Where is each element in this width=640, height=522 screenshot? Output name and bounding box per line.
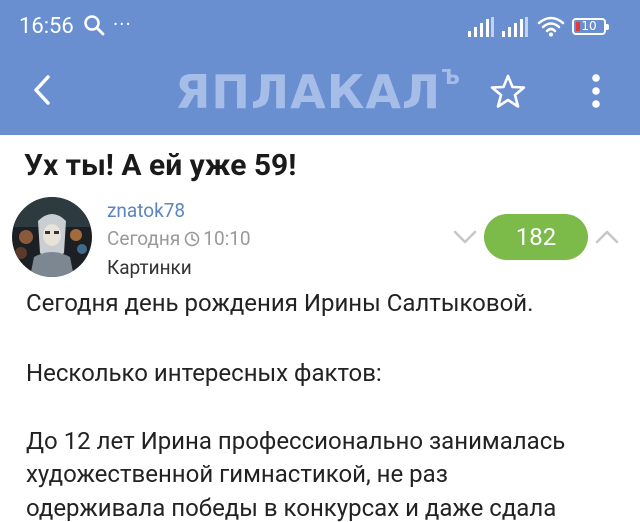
more-options-button[interactable]	[584, 71, 608, 111]
clock-icon	[184, 231, 200, 247]
author-link[interactable]: znatok78	[107, 199, 185, 222]
star-outline-icon	[490, 74, 526, 108]
post-paragraph: До 12 лет Ирина профессионально занимала…	[26, 427, 566, 455]
avatar[interactable]	[12, 197, 92, 277]
post-date-line: Сегодня 10:10	[107, 227, 251, 250]
post-title: Ух ты! А ей уже 59!	[24, 148, 297, 183]
battery-level: 10	[581, 19, 597, 33]
chevron-up-icon	[595, 230, 619, 244]
kebab-menu-icon	[592, 74, 600, 108]
chevron-left-icon	[34, 75, 50, 105]
toolbar: ЯПЛАКАЛЪ	[0, 56, 640, 135]
post-category[interactable]: Картинки	[107, 256, 192, 279]
back-button[interactable]	[24, 68, 64, 112]
post-paragraph: художественной гимнастикой, не раз	[26, 460, 448, 488]
post-time: 10:10	[203, 227, 251, 250]
post-date: Сегодня	[107, 227, 181, 250]
site-logo[interactable]: ЯПЛАКАЛЪ	[175, 62, 461, 122]
vote-down-button[interactable]	[450, 224, 480, 250]
wifi-icon	[537, 15, 565, 41]
search-icon	[83, 14, 105, 40]
status-time: 16:56	[19, 14, 74, 39]
rating-badge: 182	[484, 214, 588, 260]
app-header: 16:56 ··· 10 ЯПЛАКАЛЪ	[0, 0, 640, 135]
battery-icon: 10	[572, 18, 609, 35]
vote-up-button[interactable]	[592, 224, 622, 250]
more-notifications-icon: ···	[113, 12, 132, 36]
signal-icon-2	[502, 17, 528, 41]
logo-suffix: Ъ	[441, 65, 461, 89]
favorite-button[interactable]	[488, 72, 528, 112]
post-paragraph: одерживала победы в конкурсах и даже сда…	[26, 494, 557, 522]
logo-text: ЯПЛАКАЛ	[175, 65, 442, 119]
chevron-down-icon	[453, 230, 477, 244]
post-paragraph: Несколько интересных фактов:	[26, 359, 382, 387]
status-bar: 16:56 ··· 10	[0, 0, 640, 56]
signal-icon	[468, 17, 494, 41]
post-paragraph: Сегодня день рождения Ирины Салтыковой.	[26, 289, 534, 317]
